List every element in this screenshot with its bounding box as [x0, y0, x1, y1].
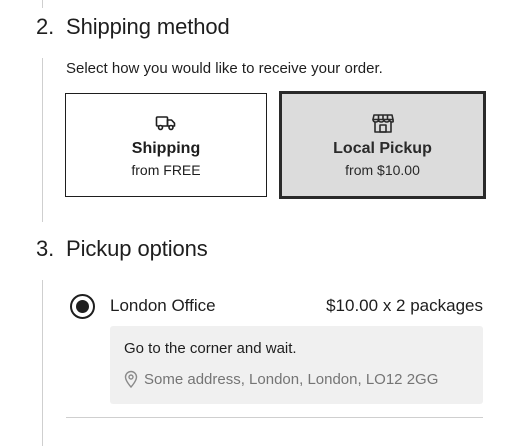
pickup-address: Some address, London, London, LO12 2GG: [144, 370, 439, 388]
pickup-location-price: $10.00 x 2 packages: [326, 296, 483, 315]
local-pickup-option-price: from $10.00: [345, 162, 420, 178]
local-pickup-option-card[interactable]: Local Pickup from $10.00: [279, 91, 486, 199]
shipping-method-heading: 2. Shipping method: [36, 14, 230, 40]
section-title: Pickup options: [66, 236, 208, 261]
pickup-location-name: London Office: [110, 296, 216, 315]
section-title: Shipping method: [66, 14, 230, 39]
section-rail-top: [42, 0, 43, 8]
pickup-instructions: Go to the corner and wait.: [124, 340, 297, 357]
pickup-section-rail: [42, 280, 43, 446]
pickup-location-option[interactable]: London Office $10.00 x 2 packages: [70, 292, 483, 320]
section-number: 2.: [36, 14, 55, 39]
map-pin-icon: [124, 370, 138, 388]
truck-icon: [155, 112, 177, 134]
pickup-options-heading: 3. Pickup options: [36, 236, 208, 262]
shipping-method-description: Select how you would like to receive you…: [66, 60, 383, 77]
shipping-section-rail: [42, 58, 43, 222]
shipping-option-price: from FREE: [131, 162, 201, 178]
store-icon: [371, 112, 394, 134]
pickup-address-line: Some address, London, London, LO12 2GG: [124, 370, 469, 388]
shipping-option-card[interactable]: Shipping from FREE: [65, 93, 267, 197]
local-pickup-option-title: Local Pickup: [333, 140, 432, 157]
pickup-options-divider: [66, 417, 483, 418]
radio-selected-dot: [76, 299, 89, 313]
section-number: 3.: [36, 236, 55, 261]
pickup-location-radio[interactable]: [70, 293, 95, 319]
pickup-location-details: Go to the corner and wait. Some address,…: [110, 326, 483, 404]
shipping-option-title: Shipping: [131, 140, 201, 157]
